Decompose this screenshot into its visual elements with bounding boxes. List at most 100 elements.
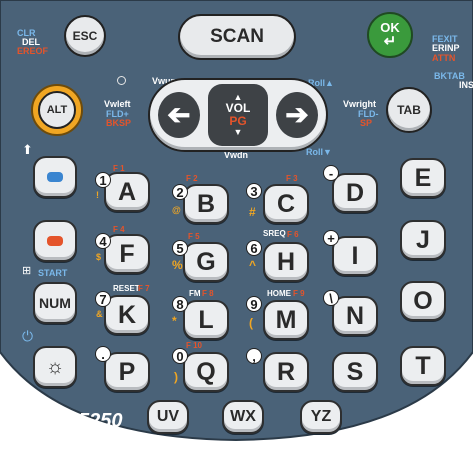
sp-label: SP [360, 118, 373, 128]
reset-label: RESET [113, 284, 140, 293]
key-n-label: N [345, 301, 365, 330]
key-s-label: S [346, 357, 364, 386]
sun-icon: ☼ [45, 355, 65, 378]
key-t[interactable]: T [400, 346, 446, 386]
esc-label: ESC [72, 29, 98, 43]
key-h[interactable]: H [263, 242, 309, 282]
vol-pg-button[interactable]: ▲ VOL PG ▼ [208, 84, 268, 146]
key-n[interactable]: N [332, 296, 378, 336]
key-b-label: B [196, 189, 216, 218]
key-q[interactable]: Q [183, 352, 229, 392]
vwleft-label: Vwleft [104, 99, 131, 109]
arrow-up-icon: ▲ [325, 78, 334, 88]
model-label: 5250 [78, 410, 123, 432]
blue-modifier-icon [47, 172, 63, 182]
num-label: NUM [39, 295, 71, 311]
fkey-1: F 1 [113, 164, 125, 173]
attn-label: ATTN [432, 53, 456, 63]
key-d-label: D [345, 178, 365, 207]
key-c[interactable]: C [263, 184, 309, 224]
key-o-label: O [413, 286, 433, 315]
sym-dollar: $ [96, 252, 102, 262]
dpad: ➔ ➔ ▲ VOL PG ▼ [148, 78, 328, 152]
arrow-down-icon: ▼ [323, 147, 332, 157]
windows-icon: ⊞ [22, 265, 32, 277]
alt-button[interactable]: ALT [31, 84, 83, 136]
fkey-5: F 5 [188, 232, 200, 241]
key-m[interactable]: M [263, 300, 309, 340]
key-f-label: F [119, 239, 135, 268]
key-j[interactable]: J [400, 220, 446, 260]
shift-orange-button[interactable] [33, 220, 77, 262]
key-r-label: R [276, 357, 296, 386]
key-k[interactable]: K [104, 295, 150, 335]
sreq-label: SREQ [263, 229, 286, 238]
tab-button[interactable]: TAB [386, 87, 432, 133]
dpad-left-button[interactable]: ➔ [158, 92, 200, 138]
ins-label: INS [459, 80, 473, 90]
scan-label: SCAN [210, 26, 264, 47]
sym-paren-l: ( [249, 316, 253, 330]
key-i[interactable]: I [332, 236, 378, 276]
key-b[interactable]: B [183, 184, 229, 224]
sym-at: @ [172, 205, 181, 215]
shift-blue-button[interactable] [33, 156, 77, 198]
key-l[interactable]: L [183, 300, 229, 340]
key-uv[interactable]: UV [147, 400, 189, 434]
backslash-badge: \ [323, 290, 339, 306]
alt-label: ALT [46, 104, 68, 116]
key-i-label: I [351, 241, 359, 270]
tab-label: TAB [397, 103, 421, 117]
fkey-2: F 2 [186, 174, 198, 183]
scan-button[interactable]: SCAN [178, 14, 296, 60]
key-m-label: M [275, 305, 297, 334]
key-e[interactable]: E [400, 158, 446, 198]
shift-arrow-icon: ⬆ [22, 142, 33, 157]
sym-star: * [172, 314, 177, 328]
esc-button[interactable]: ESC [64, 15, 106, 57]
key-uv-label: UV [156, 408, 180, 425]
key-q-label: Q [196, 357, 216, 386]
key-r[interactable]: R [263, 352, 309, 392]
key-wx-label: WX [230, 408, 256, 425]
num-badge-7: 7 [95, 291, 111, 307]
key-g-label: G [196, 247, 216, 276]
key-k-label: K [117, 300, 137, 329]
start-label: START [38, 268, 68, 278]
fkey-4: F 4 [113, 225, 125, 234]
key-p[interactable]: P [104, 352, 150, 392]
arrow-down-small-icon: ▼ [233, 127, 243, 137]
key-s[interactable]: S [332, 352, 378, 392]
num-badge-1: 1 [95, 172, 111, 188]
key-o[interactable]: O [400, 281, 446, 321]
enter-icon: ↵ [383, 33, 397, 50]
roll-dn-label: Roll▼ [306, 147, 332, 157]
arrow-right-icon: ➔ [285, 99, 309, 130]
backlight-button[interactable]: ☼ [33, 346, 77, 388]
ok-button[interactable]: OK ↵ [367, 12, 413, 58]
fkey-6: F 6 [287, 230, 299, 239]
bksp-label: BKSP [106, 118, 132, 128]
fkey-8: F 8 [202, 289, 214, 298]
key-j-label: J [416, 225, 430, 254]
ereof-label: EREOF [17, 46, 49, 56]
sym-pct: % [172, 258, 183, 272]
sym-paren-r: ) [174, 370, 178, 384]
num-badge-4: 4 [95, 233, 111, 249]
key-h-label: H [276, 247, 296, 276]
key-l-label: L [198, 305, 214, 334]
plus-badge: + [323, 230, 339, 246]
power-icon: ⏻ [22, 328, 34, 344]
num-button[interactable]: NUM [33, 282, 77, 324]
key-wx[interactable]: WX [222, 400, 264, 434]
key-d[interactable]: D [332, 173, 378, 213]
num-badge-9: 9 [246, 296, 262, 312]
dpad-right-button[interactable]: ➔ [276, 92, 318, 138]
fm-label: FM [189, 289, 201, 298]
key-yz[interactable]: YZ [300, 400, 342, 434]
num-badge-0: 0 [172, 348, 188, 364]
num-badge-6: 6 [246, 240, 262, 256]
key-t-label: T [415, 351, 431, 380]
key-g[interactable]: G [183, 242, 229, 282]
fkey-3: F 3 [286, 174, 298, 183]
